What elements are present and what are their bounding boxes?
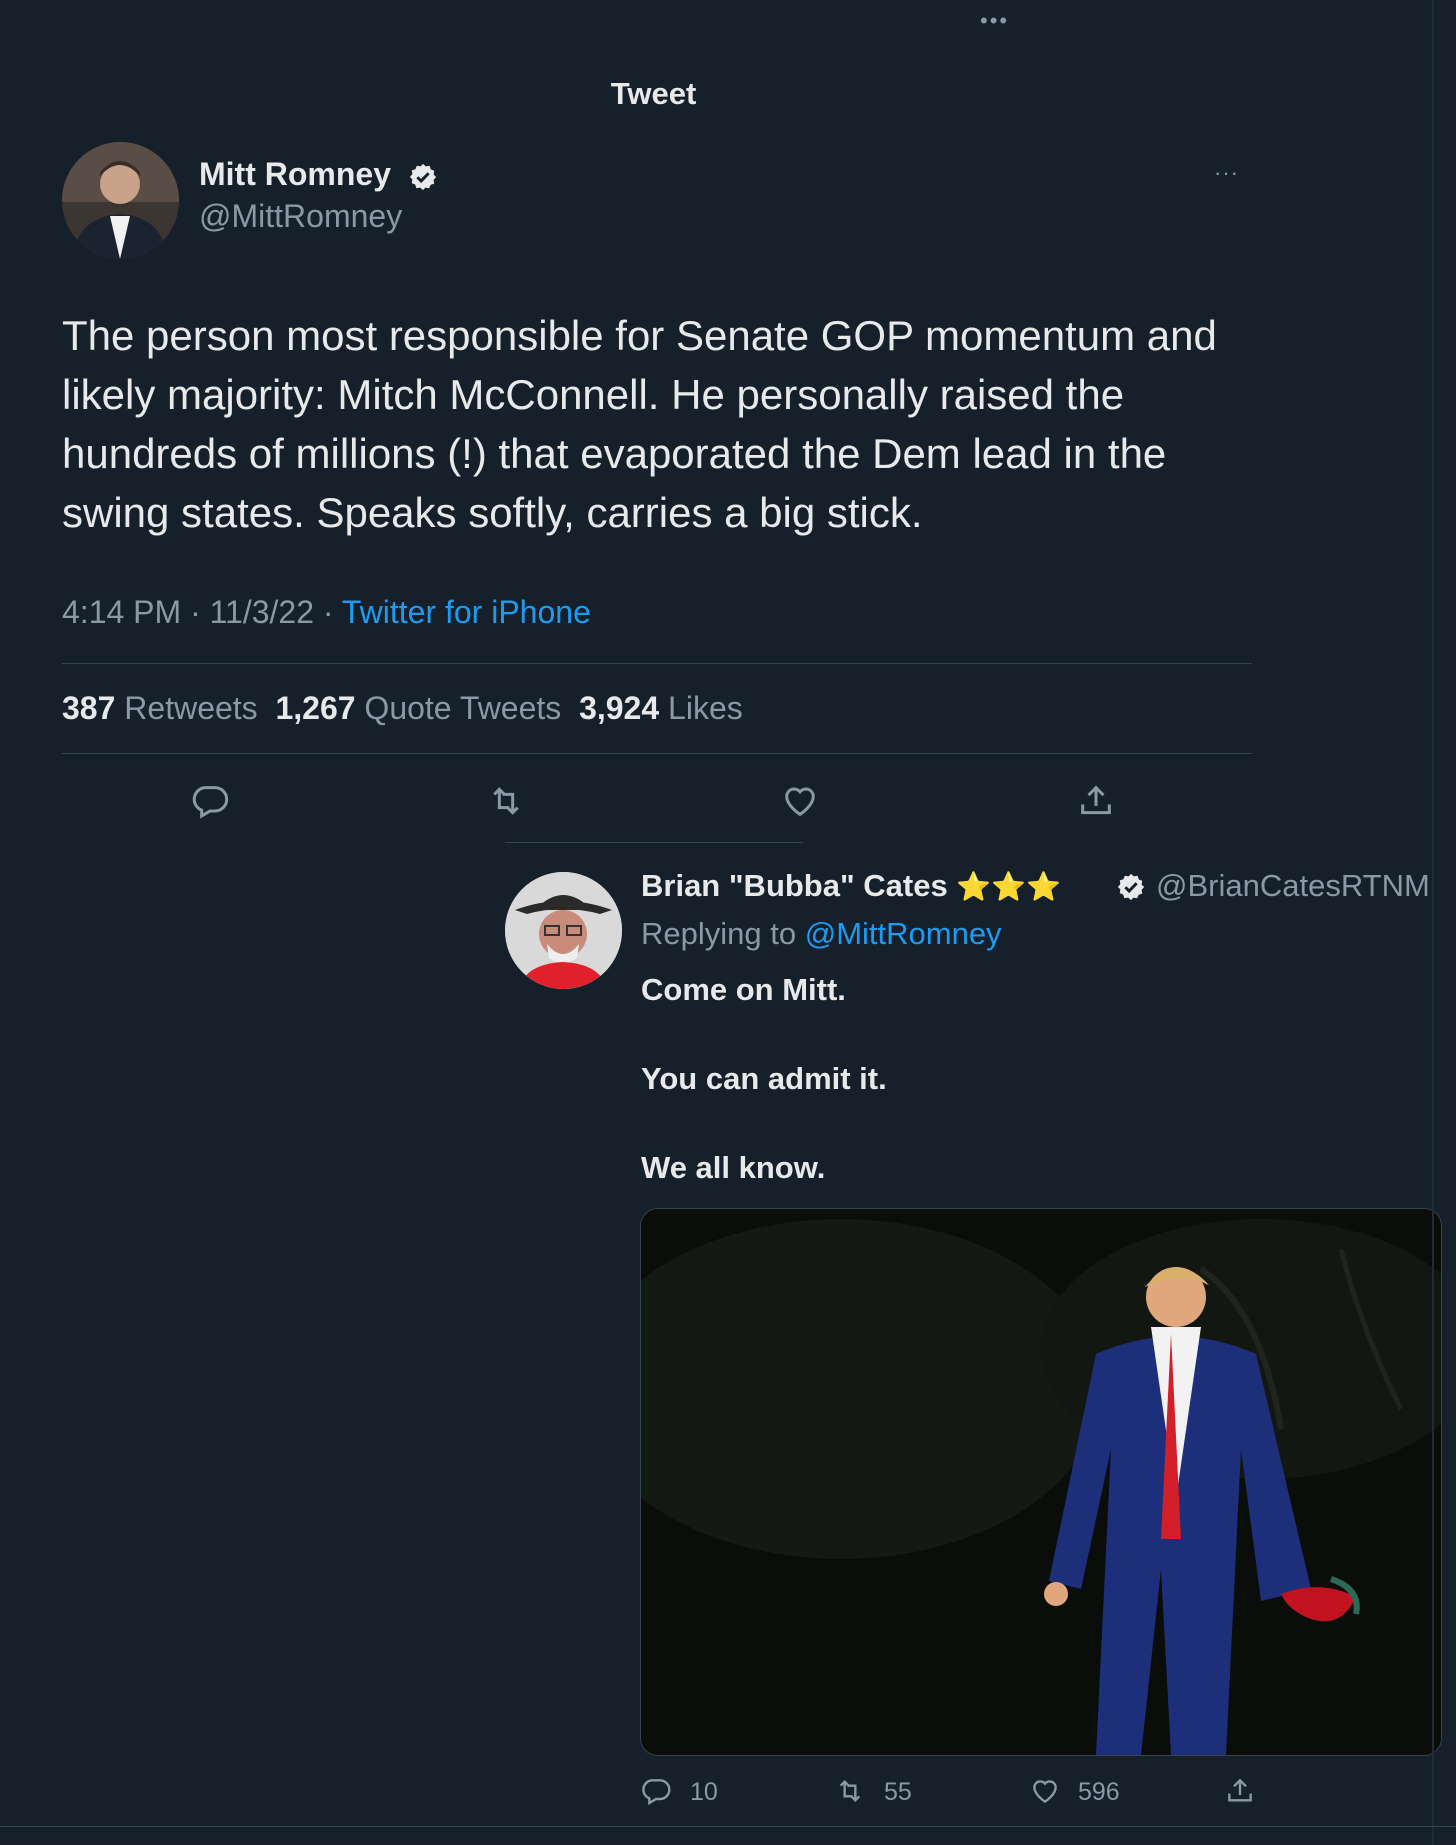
author-avatar[interactable] <box>62 142 179 259</box>
reply-reply-icon[interactable] <box>640 1775 672 1807</box>
tweet-text: The person most responsible for Senate G… <box>62 312 1217 536</box>
author-name[interactable]: Mitt Romney <box>199 156 391 193</box>
author-handle[interactable]: @MittRomney <box>199 198 402 235</box>
replying-to-label: Replying to <box>641 916 797 951</box>
reply-avatar[interactable] <box>505 872 622 989</box>
reply-text-line: Come on Mitt. <box>641 972 846 1007</box>
bottom-divider <box>0 1826 1456 1827</box>
more-options-dots[interactable]: ••• <box>980 8 1009 34</box>
tweet-source-link[interactable]: Twitter for iPhone <box>342 594 591 630</box>
star-emoji-icon: ⭐⭐⭐ <box>956 871 1061 902</box>
verified-badge-icon <box>408 162 438 192</box>
share-icon[interactable] <box>1076 781 1116 821</box>
tweet-stats: 387 Retweets 1,267 Quote Tweets 3,924 Li… <box>62 690 743 727</box>
reply-text-line: We all know. <box>641 1150 826 1185</box>
retweet-icon[interactable] <box>485 781 527 821</box>
replying-to-handle[interactable]: @MittRomney <box>805 916 1002 951</box>
page-title: Tweet <box>610 76 697 111</box>
tweet-date[interactable]: 11/3/22 <box>210 594 314 630</box>
meta-separator: · <box>190 594 201 630</box>
reply-author-handle[interactable]: @BrianCatesRTNM <box>1156 868 1431 904</box>
reply-retweet-icon[interactable] <box>833 1775 867 1807</box>
reply-like-icon[interactable] <box>1029 1775 1061 1807</box>
divider <box>62 663 1252 664</box>
reply-author-row: Brian "Bubba" Cates ⭐⭐⭐ <box>641 868 1061 904</box>
reply-text-line: You can admit it. <box>641 1061 887 1096</box>
likes-count: 3,924 <box>579 690 660 726</box>
retweets-count: 387 <box>62 690 116 726</box>
quotes-count: 1,267 <box>275 690 356 726</box>
divider <box>505 842 803 843</box>
reply-share-icon[interactable] <box>1224 1775 1256 1807</box>
retweets-stat[interactable]: 387 Retweets <box>62 690 258 726</box>
retweets-label: Retweets <box>124 690 258 726</box>
quotes-stat[interactable]: 1,267 Quote Tweets <box>275 690 561 726</box>
quotes-label: Quote Tweets <box>364 690 562 726</box>
verified-badge-icon <box>1116 872 1146 902</box>
reply-retweets-count: 55 <box>884 1778 912 1806</box>
meta-separator: · <box>322 594 334 630</box>
likes-label: Likes <box>668 690 743 726</box>
reply-author-name[interactable]: Brian "Bubba" Cates <box>641 868 948 903</box>
scrollbar-edge <box>1432 0 1434 1845</box>
reply-likes-count: 596 <box>1078 1778 1120 1806</box>
replying-to: Replying to @MittRomney <box>641 916 1002 952</box>
like-icon[interactable] <box>780 781 820 821</box>
reply-replies-count: 10 <box>690 1778 718 1806</box>
divider <box>62 753 1252 754</box>
tweet-time[interactable]: 4:14 PM <box>62 594 181 630</box>
tweet-meta: 4:14 PM · 11/3/22 · Twitter for iPhone <box>62 594 591 631</box>
reply-icon[interactable] <box>190 781 230 821</box>
likes-stat[interactable]: 3,924 Likes <box>579 690 743 726</box>
tweet-more-icon[interactable]: ··· <box>1214 160 1239 186</box>
reply-media-image[interactable] <box>640 1208 1442 1756</box>
